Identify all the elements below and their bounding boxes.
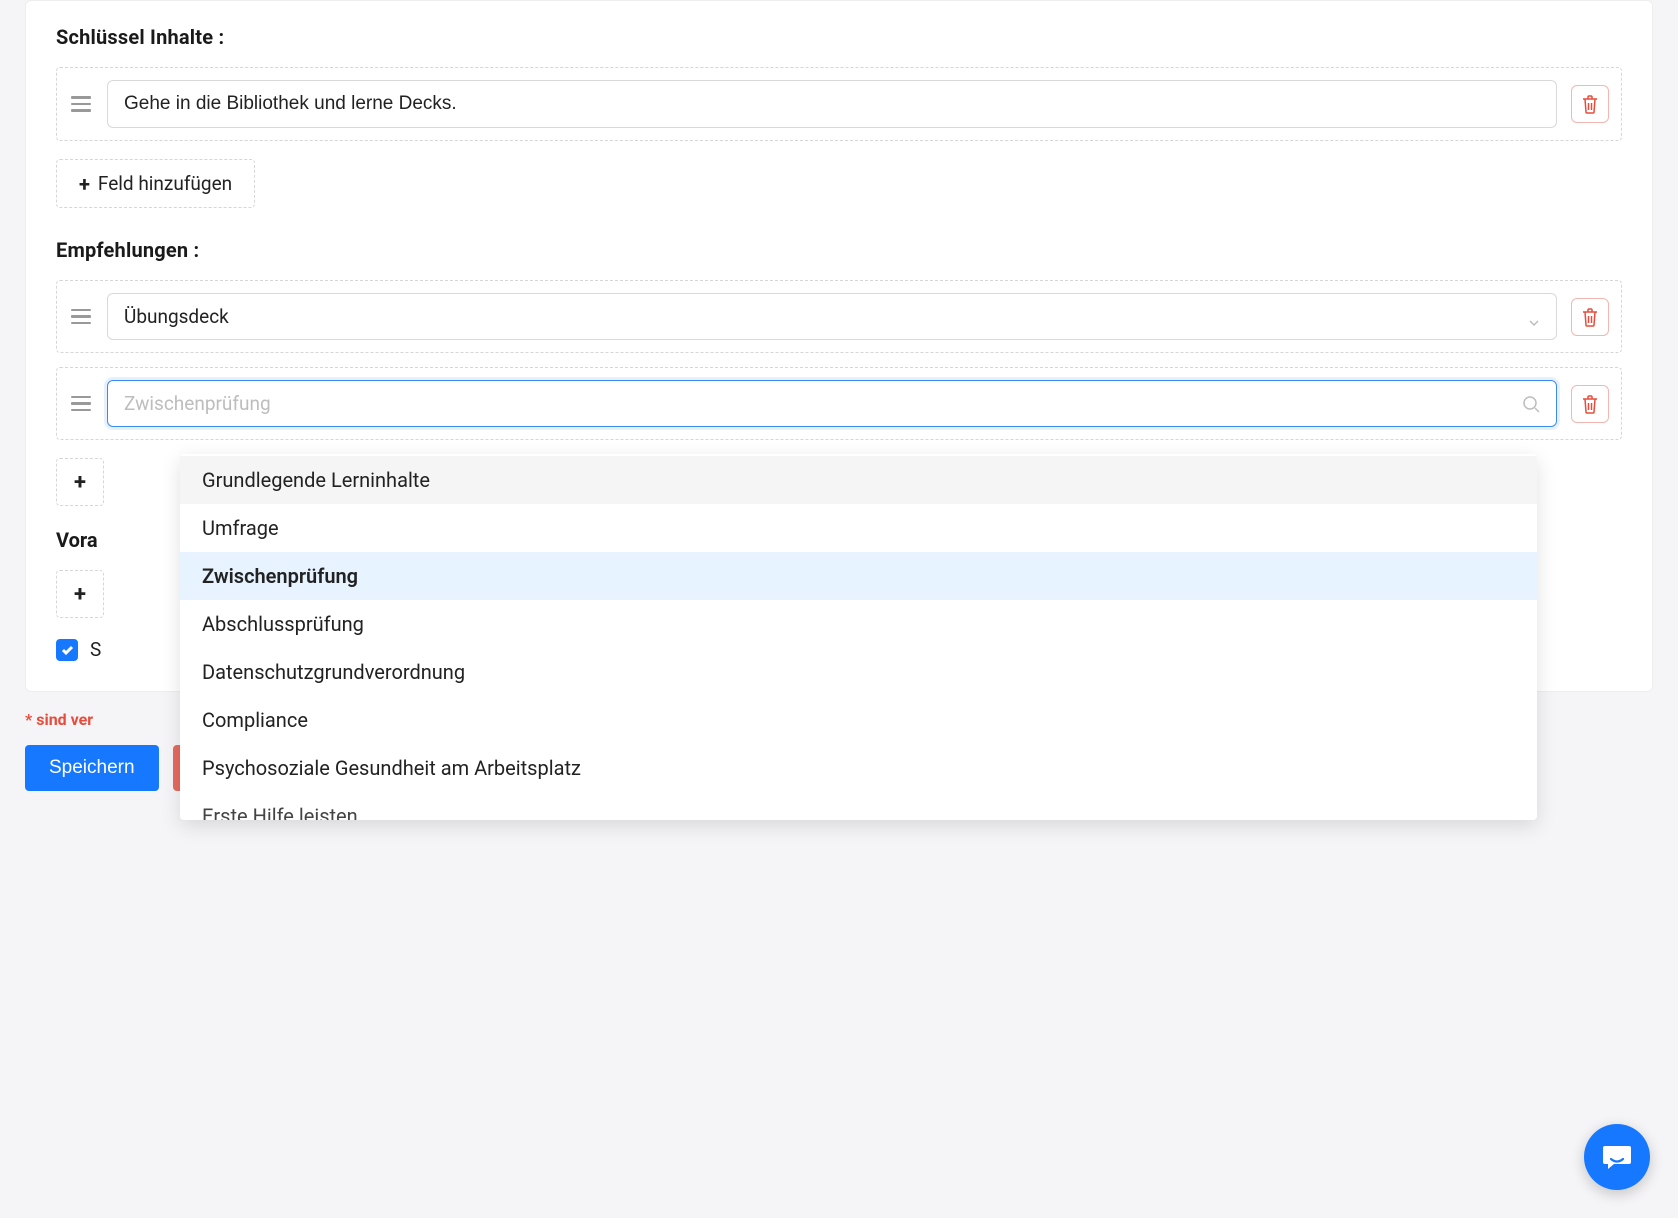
- trash-icon: [1581, 307, 1599, 327]
- recommendations-label: Empfehlungen :: [56, 238, 1622, 262]
- plus-icon: +: [74, 582, 86, 607]
- dropdown-item[interactable]: Erste Hilfe leisten: [180, 792, 1537, 820]
- dropdown-item[interactable]: Grundlegende Lerninhalte: [180, 456, 1537, 504]
- key-contents-row: [56, 67, 1622, 141]
- chat-fab[interactable]: [1584, 1124, 1650, 1190]
- add-field-label: Feld hinzufügen: [98, 172, 232, 195]
- save-button[interactable]: Speichern: [25, 745, 159, 791]
- recommendation-dropdown: Grundlegende Lerninhalte Umfrage Zwische…: [180, 454, 1537, 820]
- delete-button[interactable]: [1571, 85, 1609, 123]
- recommendations-block: Übungsdeck Zwischenprüfung: [56, 280, 1622, 440]
- recommendation-row-1: Übungsdeck: [56, 280, 1622, 353]
- trash-icon: [1581, 394, 1599, 414]
- dropdown-item[interactable]: Abschlussprüfung: [180, 600, 1537, 648]
- recommendation-select-1[interactable]: Übungsdeck: [107, 293, 1557, 340]
- search-icon: [1522, 395, 1540, 413]
- drag-handle-icon[interactable]: [69, 307, 93, 327]
- checkbox-label: S: [90, 638, 101, 661]
- checkbox[interactable]: [56, 639, 78, 661]
- dropdown-item[interactable]: Umfrage: [180, 504, 1537, 552]
- add-recommendation-button[interactable]: +: [56, 458, 104, 506]
- key-contents-label: Schlüssel Inhalte :: [56, 25, 1622, 49]
- drag-handle-icon[interactable]: [69, 394, 93, 414]
- delete-button[interactable]: [1571, 298, 1609, 336]
- plus-icon: +: [74, 470, 86, 495]
- select-placeholder: Zwischenprüfung: [124, 392, 271, 415]
- add-field-button[interactable]: + Feld hinzufügen: [56, 159, 255, 208]
- dropdown-item[interactable]: Zwischenprüfung: [180, 552, 1537, 600]
- dropdown-item[interactable]: Datenschutzgrundverordnung: [180, 648, 1537, 696]
- plus-icon: +: [79, 174, 90, 194]
- form-card: Schlüssel Inhalte : + Feld hinzufügen Em…: [25, 0, 1653, 692]
- add-prerequisite-button[interactable]: +: [56, 570, 104, 618]
- key-contents-input[interactable]: [107, 80, 1557, 128]
- delete-button[interactable]: [1571, 385, 1609, 423]
- dropdown-item[interactable]: Compliance: [180, 696, 1537, 744]
- trash-icon: [1581, 94, 1599, 114]
- recommendation-row-2: Zwischenprüfung: [56, 367, 1622, 440]
- select-value: Übungsdeck: [124, 305, 229, 328]
- recommendation-select-2[interactable]: Zwischenprüfung: [107, 380, 1557, 427]
- chevron-down-icon: [1528, 311, 1540, 323]
- chat-icon: [1600, 1140, 1634, 1174]
- drag-handle-icon[interactable]: [69, 94, 93, 114]
- dropdown-item[interactable]: Psychosoziale Gesundheit am Arbeitsplatz: [180, 744, 1537, 792]
